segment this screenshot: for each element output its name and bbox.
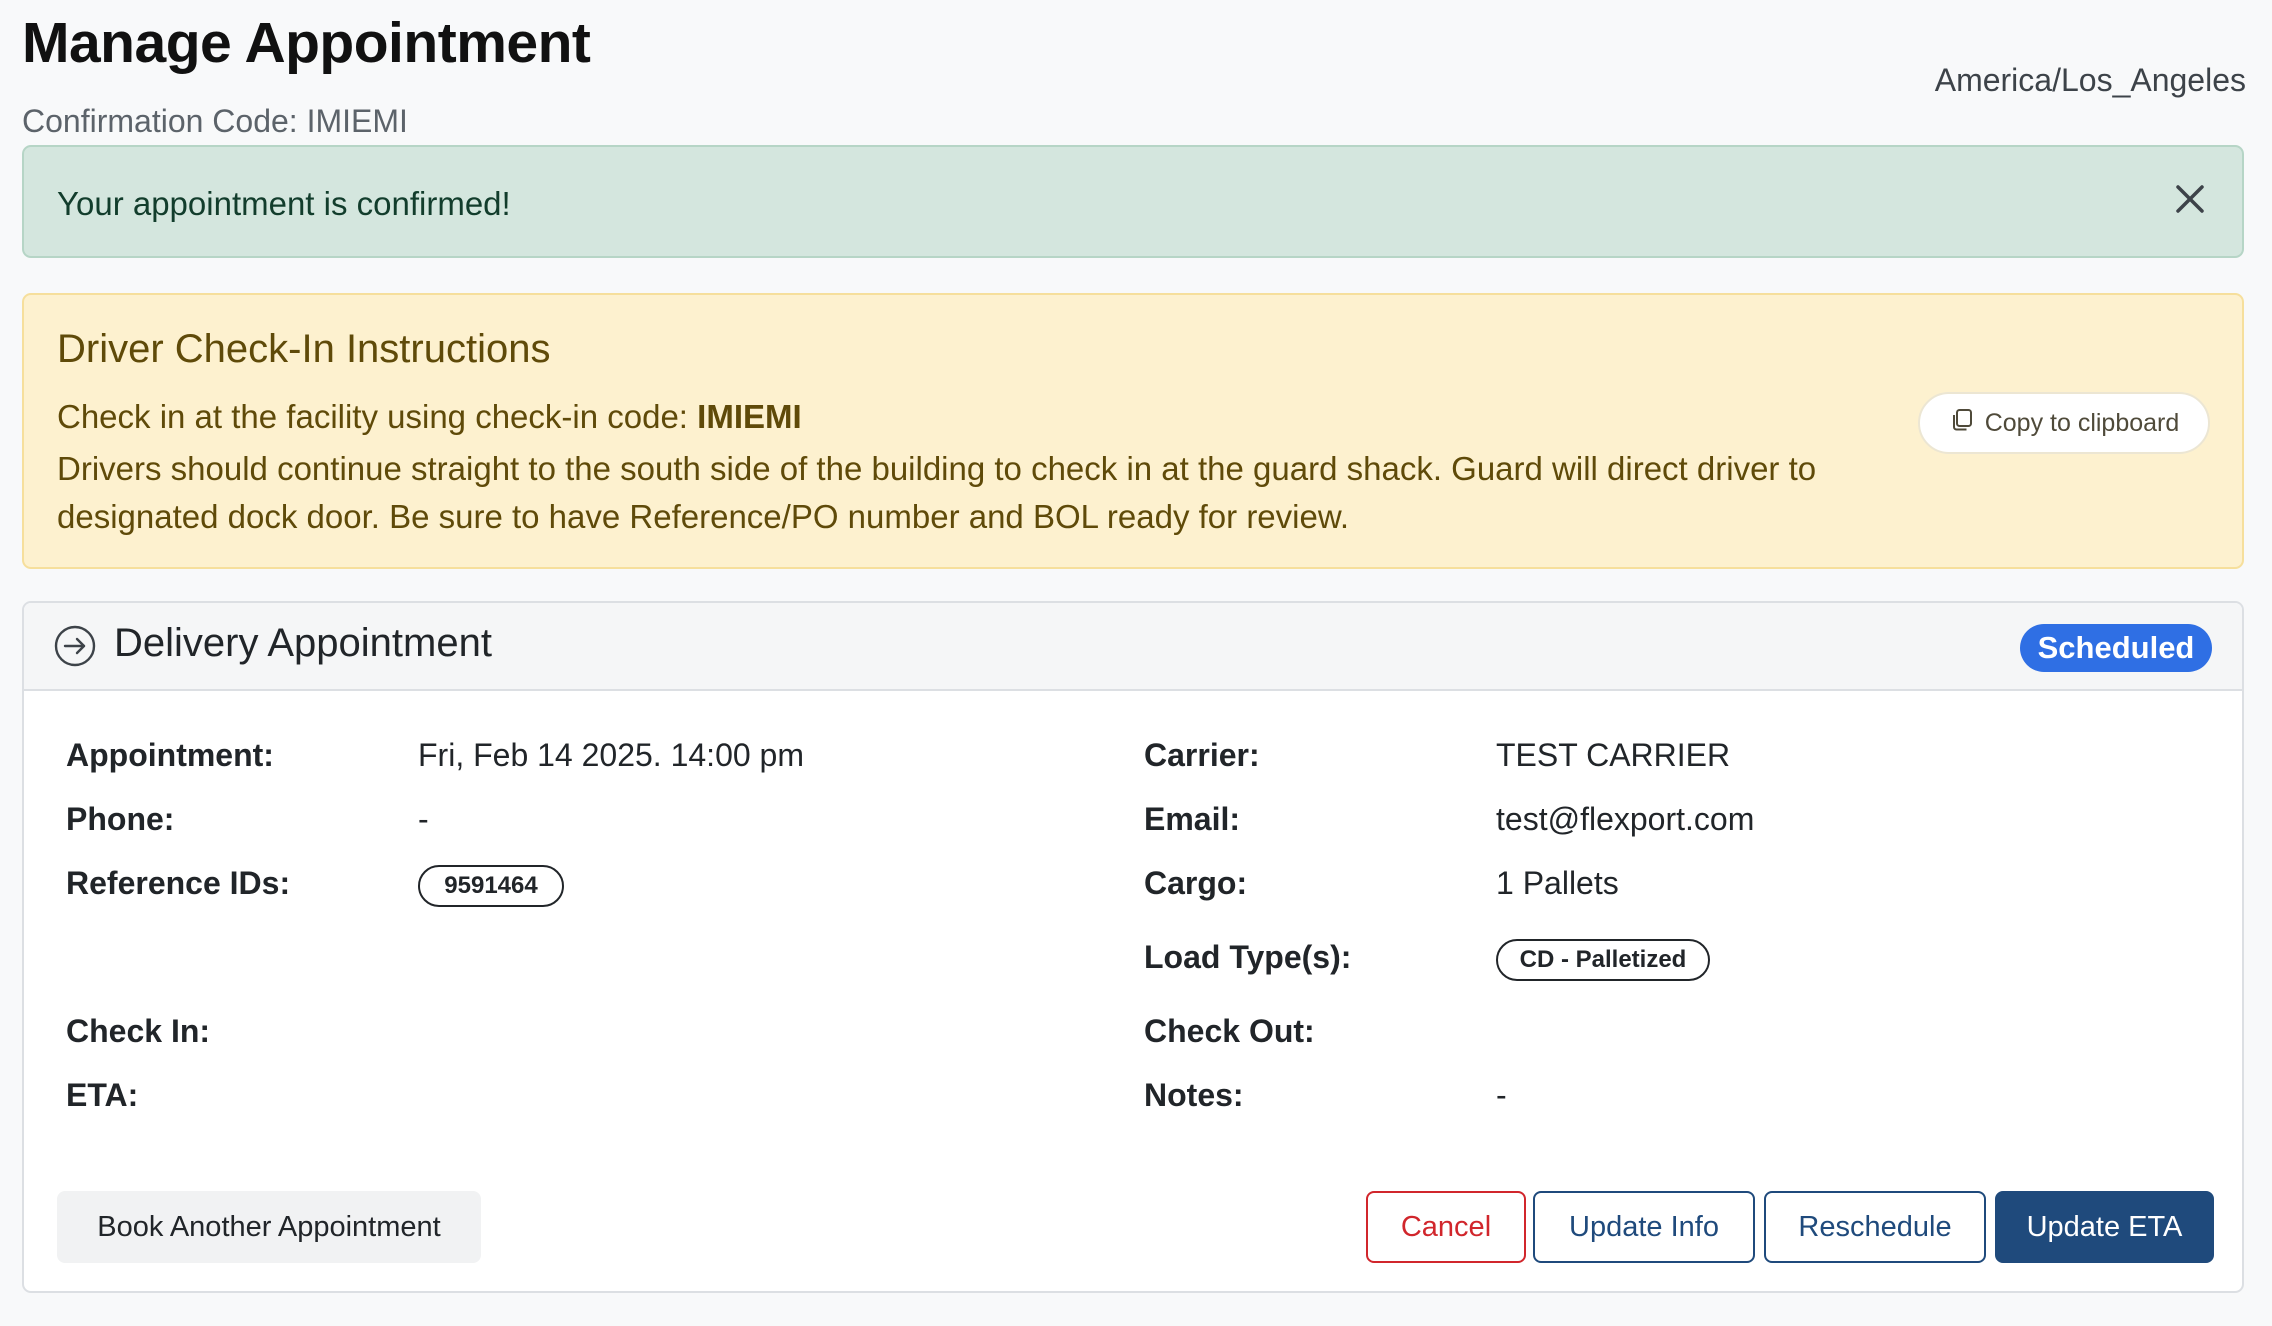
page-title: Manage Appointment (22, 11, 591, 75)
phone-label: Phone: (66, 801, 175, 837)
timezone-label: America/Los_Angeles (1934, 62, 2246, 98)
arrow-circle-right-icon (54, 625, 96, 667)
email-value: test@flexport.com (1496, 801, 1755, 837)
close-icon[interactable] (2168, 177, 2212, 221)
reference-id-pill: 9591464 (418, 865, 564, 907)
cargo-value: 1 Pallets (1496, 865, 1619, 901)
load-type-pill: CD - Palletized (1496, 939, 1710, 981)
delivery-appointment-card: Delivery Appointment Scheduled Appointme… (22, 601, 2244, 1293)
update-info-button[interactable]: Update Info (1533, 1191, 1755, 1263)
success-message: Your appointment is confirmed! (57, 185, 511, 222)
email-label: Email: (1144, 801, 1241, 837)
update-eta-button[interactable]: Update ETA (1995, 1191, 2214, 1263)
instructions-title: Driver Check-In Instructions (57, 327, 551, 371)
confirmation-code: Confirmation Code: IMIEMI (22, 103, 408, 140)
carrier-value: TEST CARRIER (1496, 737, 1731, 773)
checkin-prefix: Check in at the facility using check-in … (57, 398, 688, 435)
notes-label: Notes: (1144, 1077, 1244, 1113)
cancel-button[interactable]: Cancel (1366, 1191, 1526, 1263)
check-out-label: Check Out: (1144, 1013, 1315, 1049)
cargo-label: Cargo: (1144, 865, 1248, 901)
reference-ids-label: Reference IDs: (66, 865, 291, 901)
copy-icon (1949, 407, 1975, 440)
reschedule-button[interactable]: Reschedule (1764, 1191, 1986, 1263)
phone-value: - (418, 801, 429, 837)
instructions-body: Drivers should continue straight to the … (57, 450, 1817, 535)
book-another-appointment-button[interactable]: Book Another Appointment (57, 1191, 481, 1263)
appointment-label: Appointment: (66, 737, 274, 773)
copy-button-label: Copy to clipboard (1984, 408, 2180, 437)
copy-to-clipboard-button[interactable]: Copy to clipboard (1918, 392, 2210, 454)
checkin-code-line: Check in at the facility using check-in … (57, 398, 802, 436)
check-in-label: Check In: (66, 1013, 211, 1049)
confirmation-label: Confirmation Code: (22, 103, 298, 139)
notes-value: - (1496, 1077, 1507, 1113)
confirmation-value: IMIEMI (306, 103, 408, 139)
eta-label: ETA: (66, 1077, 139, 1113)
status-badge: Scheduled (2020, 624, 2212, 672)
checkin-code: IMIEMI (697, 398, 802, 435)
checkin-instructions: Driver Check-In Instructions Check in at… (22, 293, 2244, 569)
load-types-label: Load Type(s): (1144, 939, 1352, 975)
card-header: Delivery Appointment Scheduled (24, 603, 2242, 691)
card-title: Delivery Appointment (114, 621, 492, 665)
appointment-value: Fri, Feb 14 2025. 14:00 pm (418, 737, 804, 773)
carrier-label: Carrier: (1144, 737, 1260, 773)
success-alert: Your appointment is confirmed! (22, 145, 2244, 258)
